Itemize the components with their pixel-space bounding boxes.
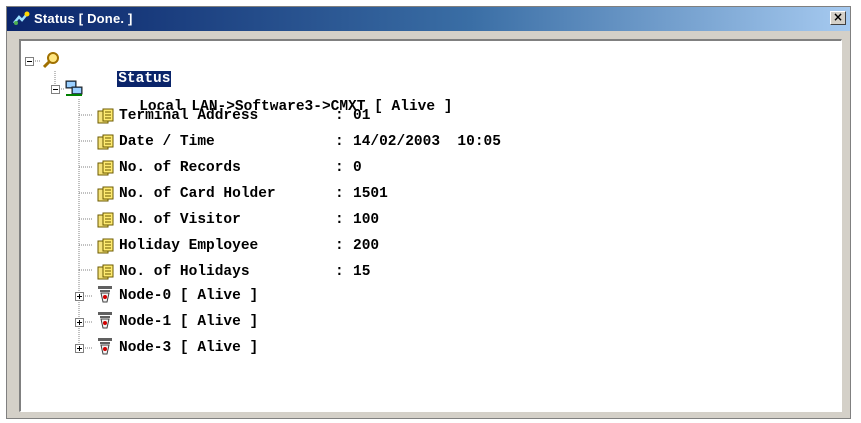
title-bar[interactable]: Status [ Done. ] × — [7, 7, 850, 31]
tree-field-item[interactable]: No. of Card Holder:1501 — [119, 185, 388, 203]
field-separator: : — [335, 160, 344, 176]
document-icon — [97, 238, 115, 259]
door-reader-icon — [97, 285, 113, 310]
status-window: Status [ Done. ] × Status Local LAN->Sof… — [6, 6, 851, 419]
field-name: Date / Time — [119, 134, 215, 150]
field-name: Holiday Employee — [119, 238, 259, 254]
field-value: 0 — [353, 160, 362, 176]
field-name: No. of Visitor — [119, 212, 241, 228]
document-icon — [97, 134, 115, 155]
root-collapse-toggle[interactable] — [25, 57, 34, 66]
window-title: Status [ Done. ] — [34, 11, 133, 26]
node-expand-toggle[interactable] — [75, 318, 84, 327]
field-value: 100 — [353, 212, 380, 228]
document-icon — [97, 264, 115, 285]
document-icon — [97, 160, 115, 181]
tree-reader-node[interactable]: Node-3 [ Alive ] — [119, 339, 258, 357]
field-separator: : — [335, 108, 344, 124]
tree-field-item[interactable]: No. of Records:0 — [119, 159, 362, 177]
tree-reader-node[interactable]: Node-1 [ Alive ] — [119, 313, 258, 331]
field-separator: : — [335, 186, 344, 202]
field-value: 15 — [353, 264, 371, 280]
field-separator: : — [335, 264, 344, 280]
status-tree[interactable]: Status Local LAN->Software3->CMXT [ Aliv… — [19, 39, 842, 412]
node-expand-toggle[interactable] — [75, 292, 84, 301]
field-name: Terminal Address — [119, 108, 259, 124]
field-name: No. of Holidays — [119, 264, 250, 280]
field-value: 14/02/2003 10:05 — [353, 134, 501, 150]
tree-field-item[interactable]: Terminal Address:01 — [119, 107, 370, 125]
field-separator: : — [335, 212, 344, 228]
network-computer-icon — [65, 79, 83, 102]
device-collapse-toggle[interactable] — [51, 85, 60, 94]
door-reader-icon — [97, 311, 113, 336]
document-icon — [97, 186, 115, 207]
tree-field-item[interactable]: No. of Holidays:15 — [119, 263, 370, 281]
field-value: 200 — [353, 238, 380, 254]
document-icon — [97, 108, 115, 129]
field-name: No. of Records — [119, 160, 241, 176]
close-button[interactable]: × — [830, 11, 846, 25]
node-expand-toggle[interactable] — [75, 344, 84, 353]
field-separator: : — [335, 134, 344, 150]
tree-field-item[interactable]: Date / Time:14/02/2003 10:05 — [119, 133, 501, 151]
status-app-icon — [12, 11, 30, 27]
tree-device-node[interactable]: Local LAN->Software3->CMXT [ Alive ] — [87, 80, 452, 115]
document-icon — [97, 212, 115, 233]
field-value: 01 — [353, 108, 371, 124]
tree-reader-node[interactable]: Node-0 [ Alive ] — [119, 287, 258, 305]
tree-field-item[interactable]: No. of Visitor:100 — [119, 211, 379, 229]
door-reader-icon — [97, 337, 113, 362]
field-value: 1501 — [353, 186, 388, 202]
tree-field-item[interactable]: Holiday Employee:200 — [119, 237, 379, 255]
close-icon: × — [832, 10, 844, 24]
tree-root-status[interactable]: Status — [65, 52, 173, 88]
field-name: No. of Card Holder — [119, 186, 276, 202]
magnifier-icon — [42, 51, 61, 74]
field-separator: : — [335, 238, 344, 254]
